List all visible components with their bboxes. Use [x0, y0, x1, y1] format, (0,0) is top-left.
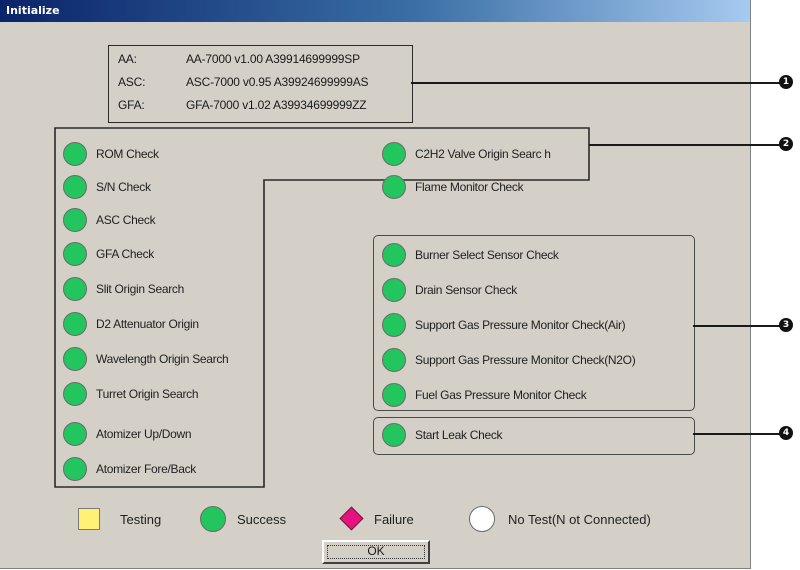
callout-line-4 — [693, 433, 781, 435]
testing-legend-icon — [78, 508, 100, 530]
check-item-asc: ASC Check — [63, 208, 263, 234]
success-indicator-icon — [63, 208, 87, 232]
callout-line-2 — [589, 144, 781, 146]
legend-success-label: Success — [237, 512, 287, 527]
success-indicator-icon — [63, 422, 87, 446]
callout-marker-4: 4 — [779, 426, 793, 440]
check-label: Turret Origin Search — [96, 387, 199, 401]
callout-line-1 — [411, 82, 781, 84]
success-indicator-icon — [382, 142, 406, 166]
check-label: GFA Check — [96, 247, 154, 261]
check-label: Flame Monitor Check — [415, 180, 524, 194]
check-label: Wavelength Origin Search — [96, 352, 229, 366]
check-item-atomizer-foreback: Atomizer Fore/Back — [63, 457, 263, 483]
check-item-start-leak: Start Leak Check — [382, 423, 682, 449]
success-indicator-icon — [382, 175, 406, 199]
check-item-turret-origin: Turret Origin Search — [63, 382, 263, 408]
ok-button[interactable]: OK — [322, 540, 430, 564]
check-label: ROM Check — [96, 147, 159, 161]
check-label: Support Gas Pressure Monitor Check(N2O) — [415, 353, 636, 367]
success-indicator-icon — [382, 423, 406, 447]
check-label: Support Gas Pressure Monitor Check(Air) — [415, 318, 626, 332]
success-indicator-icon — [382, 383, 406, 407]
check-label: Atomizer Fore/Back — [96, 462, 196, 476]
success-indicator-icon — [63, 347, 87, 371]
success-indicator-icon — [63, 242, 87, 266]
check-item-support-gas-n2o: Support Gas Pressure Monitor Check(N2O) — [382, 348, 682, 374]
success-indicator-icon — [382, 243, 406, 267]
check-label: S/N Check — [96, 180, 151, 194]
success-indicator-icon — [382, 313, 406, 337]
legend-no-test-label: No Test(N ot Connected) — [508, 512, 651, 527]
success-indicator-icon — [63, 277, 87, 301]
initialize-dialog: Initialize AA: AA-7000 v1.00 A3991469999… — [0, 0, 751, 569]
check-label: Burner Select Sensor Check — [415, 248, 559, 262]
check-item-atomizer-updown: Atomizer Up/Down — [63, 422, 263, 448]
success-indicator-icon — [63, 142, 87, 166]
check-item-wavelength-origin: Wavelength Origin Search — [63, 347, 263, 373]
check-item-c2h2-valve: C2H2 Valve Origin Searc h — [382, 142, 582, 168]
success-indicator-icon — [63, 457, 87, 481]
check-label: Fuel Gas Pressure Monitor Check — [415, 388, 587, 402]
check-item-d2-attenuator: D2 Attenuator Origin — [63, 312, 263, 338]
failure-legend-icon — [339, 506, 364, 531]
success-indicator-icon — [63, 175, 87, 199]
callout-marker-2: 2 — [779, 137, 793, 151]
success-indicator-icon — [382, 278, 406, 302]
success-indicator-icon — [382, 348, 406, 372]
status-legend: Testing Success Failure No Test(N ot Con… — [0, 505, 750, 533]
check-label: Start Leak Check — [415, 428, 503, 442]
check-label: Atomizer Up/Down — [96, 427, 192, 441]
check-item-flame-monitor: Flame Monitor Check — [382, 175, 582, 201]
check-item-gfa: GFA Check — [63, 242, 263, 268]
check-item-burner-select: Burner Select Sensor Check — [382, 243, 682, 269]
check-item-slit-origin: Slit Origin Search — [63, 277, 263, 303]
check-label: C2H2 Valve Origin Searc h — [415, 147, 551, 161]
success-indicator-icon — [63, 312, 87, 336]
check-label: Slit Origin Search — [96, 282, 184, 296]
check-item-drain-sensor: Drain Sensor Check — [382, 278, 682, 304]
check-item-sn: S/N Check — [63, 175, 263, 201]
check-item-support-gas-air: Support Gas Pressure Monitor Check(Air) — [382, 313, 682, 339]
legend-failure-label: Failure — [374, 512, 414, 527]
check-label: D2 Attenuator Origin — [96, 317, 199, 331]
callout-marker-1: 1 — [779, 75, 793, 89]
legend-testing-label: Testing — [120, 512, 162, 527]
check-item-fuel-gas: Fuel Gas Pressure Monitor Check — [382, 383, 682, 409]
callout-marker-3: 3 — [779, 318, 793, 332]
check-label: ASC Check — [96, 213, 156, 227]
success-legend-icon — [200, 506, 226, 532]
check-label: Drain Sensor Check — [415, 283, 517, 297]
no-test-legend-icon — [469, 506, 495, 532]
callout-line-3 — [693, 325, 781, 327]
success-indicator-icon — [63, 382, 87, 406]
check-item-rom: ROM Check — [63, 142, 263, 168]
